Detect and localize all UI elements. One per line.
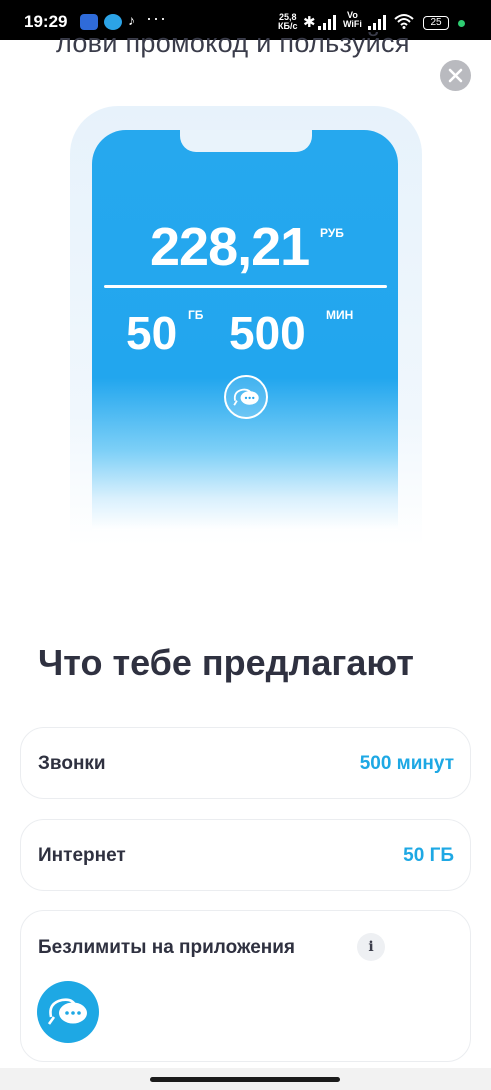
close-icon (448, 68, 463, 83)
internet-label: Интернет (38, 845, 126, 866)
privacy-dot-indicator (458, 20, 465, 27)
chat-bubbles-icon (37, 981, 99, 1043)
calls-card: Звонки 500 минут (20, 727, 471, 799)
calls-value: 500 минут (359, 753, 454, 774)
close-button[interactable] (440, 60, 471, 91)
info-button[interactable]: i (357, 933, 385, 961)
minutes-amount: 500 (229, 307, 306, 359)
minutes-unit: МИН (326, 308, 354, 322)
promo-text: лови промокод и пользуйся (56, 28, 410, 58)
price-divider (104, 285, 387, 288)
data-unit: ГБ (188, 308, 204, 322)
chat-bubbles-icon (224, 375, 268, 419)
unlimited-apps-label: Безлимиты на приложения (38, 937, 296, 958)
battery-icon: 25 (423, 16, 449, 30)
home-indicator[interactable] (150, 1077, 340, 1082)
more-dots-icon: ··· (146, 8, 167, 28)
price-currency: РУБ (320, 226, 344, 240)
tiktok-icon: ♪ (128, 12, 135, 28)
calls-label: Звонки (38, 753, 106, 774)
unlimited-apps-card: Безлимиты на приложения i (20, 910, 471, 1062)
offer-heading: Что тебе предлагают (38, 642, 414, 683)
internet-card: Интернет 50 ГБ (20, 819, 471, 891)
tariff-price: 228,21 (150, 217, 310, 277)
vowifi-indicator: Vo WiFi (343, 10, 362, 29)
phone-notch (180, 130, 312, 152)
internet-value: 50 ГБ (403, 845, 454, 866)
wifi-icon (394, 14, 414, 29)
data-amount: 50 (126, 307, 178, 359)
